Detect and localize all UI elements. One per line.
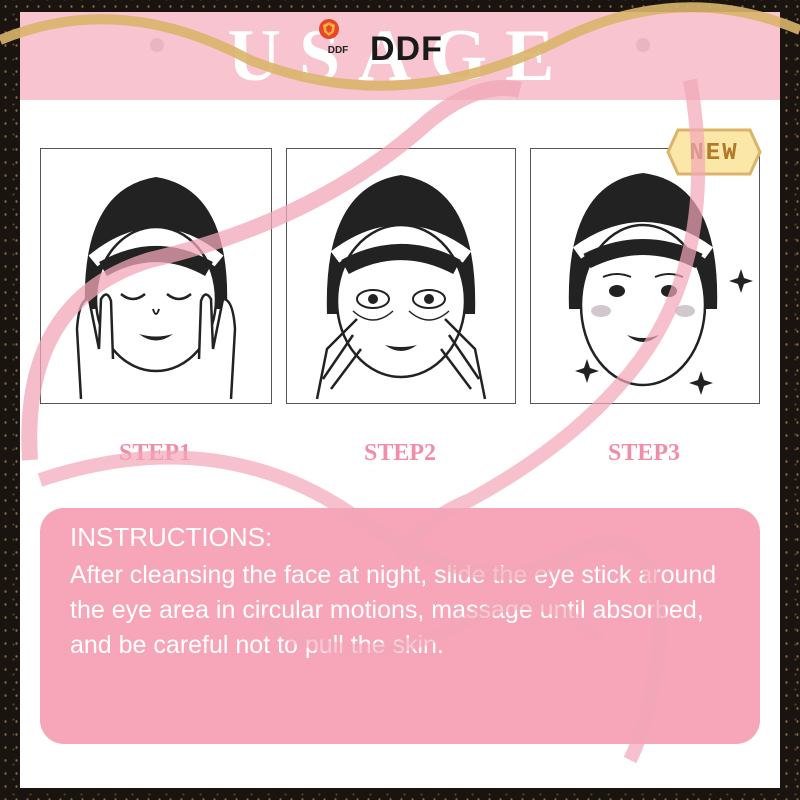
usage-card: USAGE DDF DDF NEW STEP1 STEP2 STEP3 INST… xyxy=(20,12,780,788)
brand-logo: DDF xyxy=(318,18,358,64)
instructions-title: INSTRUCTIONS: xyxy=(70,522,273,552)
logo-text: DDF xyxy=(327,45,349,56)
face-refreshed-icon xyxy=(568,173,753,395)
step-2-label: STEP2 xyxy=(363,440,437,466)
brand-name: DDF xyxy=(370,30,443,68)
step-2-illustration xyxy=(286,148,516,404)
instructions-text: After cleansing the face at night, slide… xyxy=(70,561,717,659)
face-eyes-closed-icon xyxy=(75,177,237,400)
usage-header: USAGE DDF DDF xyxy=(20,12,780,100)
new-badge: NEW xyxy=(660,124,768,180)
step-1-illustration xyxy=(40,148,272,404)
step-1-label: STEP1 xyxy=(118,440,192,466)
step-3-label: STEP3 xyxy=(607,440,681,466)
face-massage-icon xyxy=(315,175,487,400)
hang-hole xyxy=(636,38,650,52)
step-3-illustration xyxy=(530,148,760,404)
shield-icon xyxy=(319,19,339,39)
product-frame: USAGE DDF DDF NEW STEP1 STEP2 STEP3 INST… xyxy=(0,0,800,800)
hang-hole xyxy=(150,38,164,52)
new-badge-label: NEW xyxy=(689,140,739,167)
instructions-panel: INSTRUCTIONS: After cleansing the face a… xyxy=(40,508,760,744)
